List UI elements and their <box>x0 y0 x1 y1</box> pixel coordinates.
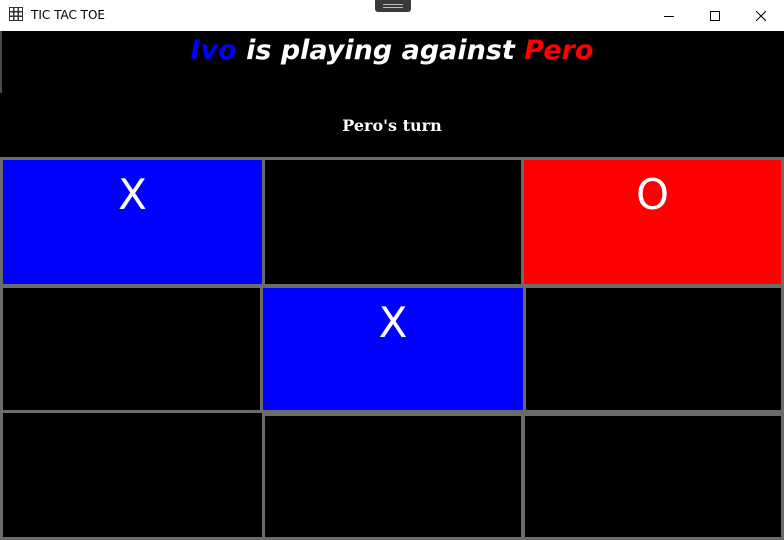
game-board: X O X <box>0 157 784 540</box>
board-cell-2[interactable] <box>262 157 524 287</box>
match-heading: Ivo is playing against Pero <box>0 34 784 68</box>
heading-text: is playing against <box>236 35 525 66</box>
player2-name: Pero <box>524 35 594 66</box>
window-title: TIC TAC TOE <box>31 8 106 22</box>
board-cell-5[interactable]: X <box>260 285 526 413</box>
maximize-button[interactable] <box>692 0 738 31</box>
board-cell-1[interactable]: X <box>0 157 265 287</box>
player1-name: Ivo <box>190 35 237 66</box>
turn-indicator: Pero's turn <box>342 116 442 135</box>
close-button[interactable] <box>738 0 784 31</box>
close-icon <box>756 10 766 21</box>
maximize-icon <box>710 10 720 21</box>
board-cell-9[interactable] <box>522 413 784 540</box>
title-bar[interactable]: TIC TAC TOE <box>0 0 784 31</box>
drag-handle[interactable] <box>375 0 411 12</box>
board-cell-7[interactable] <box>0 410 265 540</box>
minimize-button[interactable] <box>646 0 692 31</box>
board-cell-8[interactable] <box>262 413 524 540</box>
board-cell-6[interactable] <box>523 285 784 413</box>
window-edge <box>0 31 2 93</box>
board-cell-3[interactable]: O <box>521 157 784 287</box>
grid-app-icon <box>9 7 23 21</box>
minimize-icon <box>664 15 674 17</box>
board-cell-4[interactable] <box>0 285 263 413</box>
